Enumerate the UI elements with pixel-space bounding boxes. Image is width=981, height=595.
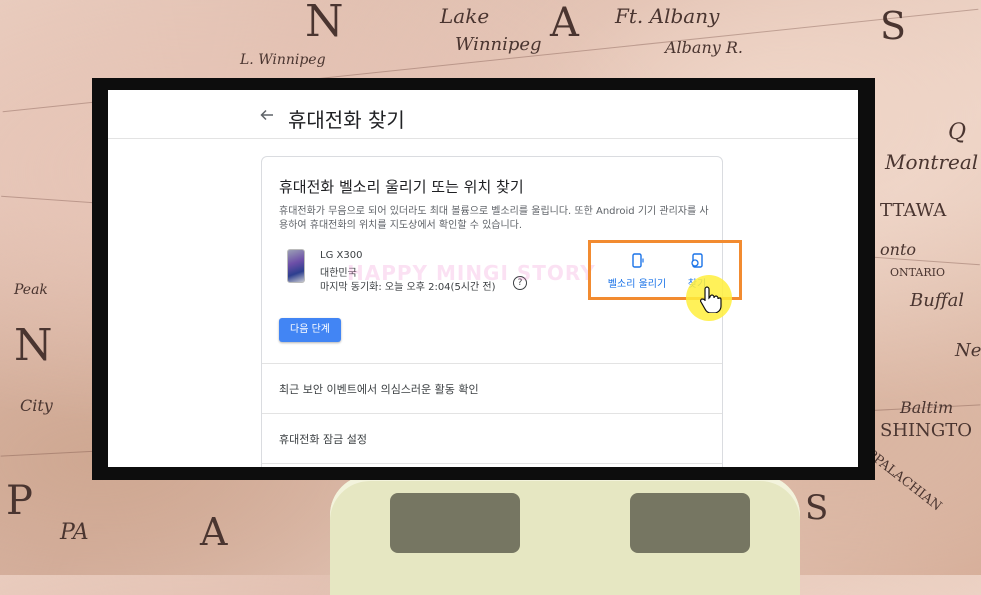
browser-screen: 휴대전화 찾기 휴대전화 벨소리 울리기 또는 위치 찾기 휴대전화가 무음으로… — [108, 90, 858, 467]
map-label: P — [6, 478, 33, 524]
map-label: TTAWA — [880, 200, 947, 221]
map-label: S — [880, 4, 907, 48]
card-title: 휴대전화 벨소리 울리기 또는 위치 찾기 — [279, 178, 524, 196]
map-label: S — [805, 488, 829, 528]
page-title: 휴대전화 찾기 — [288, 108, 405, 132]
map-label: Baltim — [900, 398, 954, 417]
map-label: Lake — [440, 4, 490, 28]
map-label: ONTARIO — [890, 266, 945, 279]
map-label: SHINGTO — [880, 420, 973, 441]
map-label: Ft. Albany — [615, 4, 720, 28]
map-label: N — [14, 320, 53, 371]
car-window — [630, 493, 750, 553]
map-label: Buffal — [910, 290, 965, 311]
map-label: A — [200, 510, 228, 554]
divider — [262, 413, 722, 414]
car-window — [390, 493, 520, 553]
map-label: Montreal — [885, 150, 979, 174]
card-description: 휴대전화가 무음으로 되어 있더라도 최대 볼륨으로 벨소리를 울립니다. 또한… — [279, 206, 709, 231]
phone-thumbnail — [287, 249, 305, 283]
list-item-security-events[interactable]: 최근 보안 이벤트에서 의심스러운 활동 확인 — [279, 381, 479, 397]
map-label: PA — [60, 520, 89, 545]
list-item-lock-phone[interactable]: 휴대전화 잠금 설정 — [279, 431, 367, 447]
divider — [262, 463, 722, 464]
ring-phone-button[interactable]: 벨소리 울리기 — [602, 253, 672, 293]
divider — [262, 363, 722, 364]
locate-phone-icon — [691, 253, 703, 268]
toy-car-image — [330, 475, 800, 595]
phone-ring-icon — [632, 253, 644, 268]
back-arrow-icon[interactable] — [260, 108, 274, 122]
next-step-button[interactable]: 다음 단계 — [279, 318, 341, 342]
map-label: L. Winnipeg — [240, 52, 326, 68]
watermark: HAPPY MINGI STORY — [347, 261, 596, 285]
device-name: LG X300 — [320, 250, 363, 261]
map-label: Albany R. — [665, 38, 744, 57]
map-label: onto — [880, 240, 916, 259]
map-label: Peak — [14, 282, 48, 298]
top-bar: 휴대전화 찾기 — [108, 90, 858, 139]
find-phone-card: 휴대전화 벨소리 울리기 또는 위치 찾기 휴대전화가 무음으로 되어 있더라도… — [261, 156, 742, 467]
hand-cursor-icon — [700, 286, 722, 313]
map-label: City — [20, 396, 53, 415]
map-label: Ne — [955, 340, 981, 361]
map-label: N — [305, 0, 344, 47]
ring-phone-label: 벨소리 울리기 — [607, 279, 667, 290]
map-label: A — [550, 0, 579, 46]
map-label: Winnipeg — [455, 34, 542, 55]
map-label: Q — [948, 120, 967, 145]
